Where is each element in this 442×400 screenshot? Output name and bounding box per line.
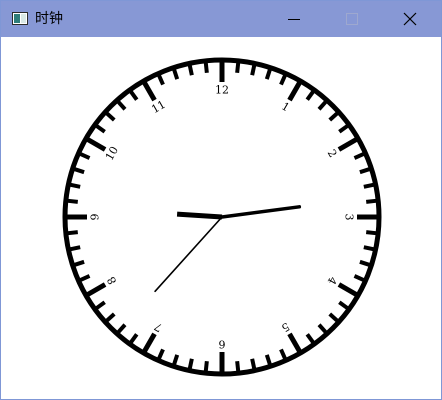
minute-tick: [366, 230, 378, 236]
minute-tick: [250, 63, 257, 76]
minute-tick: [68, 245, 81, 252]
numeral-9: 9: [89, 214, 102, 221]
close-icon: [403, 12, 417, 26]
app-icon: [12, 12, 28, 25]
minute-tick: [187, 358, 194, 371]
close-button[interactable]: [387, 1, 433, 37]
minute-tick: [235, 361, 241, 373]
window-title: 时钟: [35, 11, 63, 27]
analog-clock: 121234567891011: [62, 57, 382, 377]
numeral-12: 12: [215, 84, 229, 97]
numeral-6: 6: [219, 338, 226, 351]
minute-tick: [203, 61, 209, 73]
minute-tick: [363, 182, 376, 189]
minute-tick: [66, 230, 78, 236]
minute-tick: [66, 198, 78, 204]
minute-tick: [187, 63, 194, 76]
minute-tick: [250, 358, 257, 371]
clock-area: 12 1 2 3 4 5 6 7 8 9 10 11: [1, 37, 441, 399]
clock-window: 时钟 12 1 2 3 4 5 6 7 8 9 10 11: [0, 0, 442, 400]
maximize-button[interactable]: [329, 1, 375, 37]
minute-tick: [68, 182, 81, 189]
minute-tick: [366, 198, 378, 204]
minute-tick: [203, 361, 209, 373]
minimize-button[interactable]: [271, 1, 317, 37]
minute-hand: [176, 211, 223, 220]
title-bar[interactable]: 时钟: [1, 1, 441, 37]
numeral-3: 3: [343, 214, 356, 221]
maximize-icon: [346, 13, 358, 25]
minute-tick: [363, 245, 376, 252]
minimize-icon: [288, 19, 300, 20]
minute-tick: [235, 61, 241, 73]
